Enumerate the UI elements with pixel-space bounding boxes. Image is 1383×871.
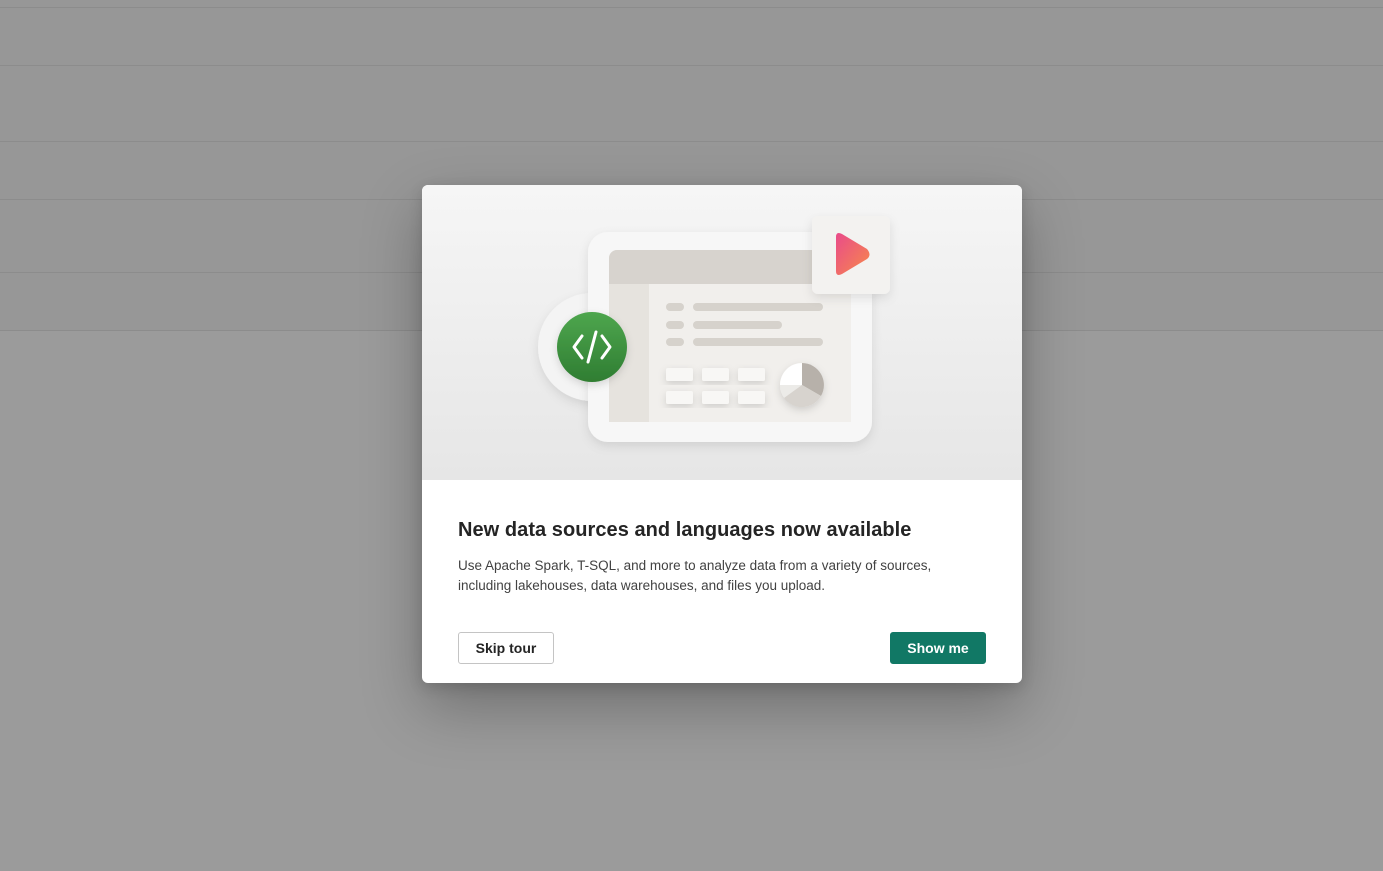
show-me-button[interactable]: Show me [890,632,986,664]
skip-tour-button[interactable]: Skip tour [458,632,554,664]
dialog-title: New data sources and languages now avail… [458,519,912,541]
dialog-description: Use Apache Spark, T-SQL, and more to ana… [458,558,932,593]
background-row [0,66,1383,142]
code-icon [557,312,627,382]
hero-illustration [422,185,1022,480]
background-row [0,0,1383,8]
background-row [0,8,1383,66]
tour-dialog: New data sources and languages now avail… [422,185,1022,683]
